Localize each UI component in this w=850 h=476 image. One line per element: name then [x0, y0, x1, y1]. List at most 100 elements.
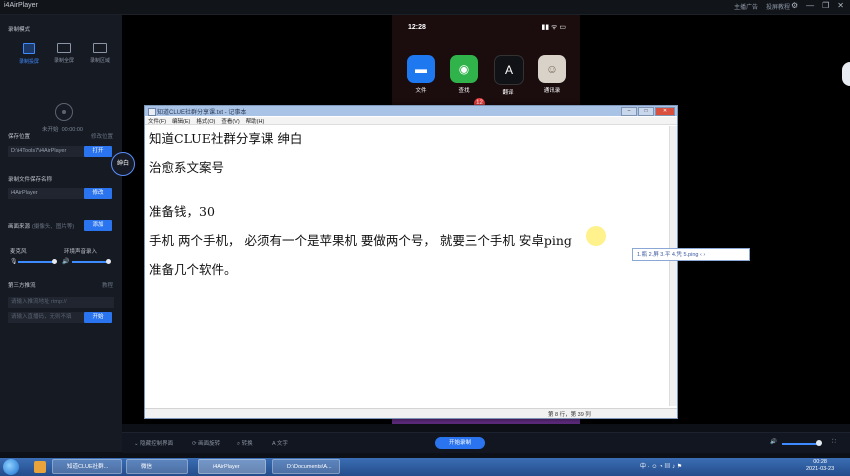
browser-quicklaunch-icon[interactable]: [34, 461, 46, 473]
app-files[interactable]: ▬ 文件: [407, 55, 435, 94]
volume-knob[interactable]: [816, 440, 822, 446]
clock-time: 00:28: [813, 459, 827, 465]
text-line: 准备几个软件。: [149, 262, 237, 277]
open-folder-button[interactable]: 打开: [84, 146, 112, 157]
menu-format[interactable]: 格式(O): [196, 117, 215, 125]
floating-avatar-bubble[interactable]: 绅白: [111, 152, 135, 176]
maximize-button[interactable]: ❐: [822, 1, 829, 10]
save-location-title: 保存位置: [8, 134, 31, 140]
text-button[interactable]: A 文字: [272, 439, 288, 447]
app-translate[interactable]: A 翻译: [494, 55, 524, 96]
notepad-title: 知道CLUE社群分享课.txt - 记事本: [157, 110, 247, 116]
clock-date: 2021-03-23: [806, 466, 835, 472]
notepad-close-button[interactable]: ✕: [655, 107, 675, 116]
rotate-button[interactable]: ⟳ 画面旋转: [192, 439, 220, 447]
stream-key-input[interactable]: 请输入直播码，无则不填: [8, 312, 84, 323]
save-path-field[interactable]: D:\i4Tools7\i4AirPlayer: [8, 146, 84, 157]
app-title: i4AirPlayer: [4, 2, 38, 9]
notepad-icon: [148, 108, 156, 116]
contacts-icon: ☺: [538, 55, 566, 83]
tutorial-link[interactable]: 投屏教程: [766, 2, 790, 11]
text-line: 知道CLUE社群分享课 绅白: [149, 131, 303, 146]
menu-help[interactable]: 帮助(H): [246, 117, 265, 125]
convert-button[interactable]: ⌕ 转换: [237, 439, 253, 448]
mode-label: 录制区域: [89, 58, 110, 64]
mic-slider[interactable]: [18, 259, 57, 264]
change-location-link[interactable]: 修改位置: [91, 132, 113, 140]
record-time: 00:00:00: [61, 127, 83, 133]
mode-label: 录制投屏: [18, 59, 39, 65]
side-handle[interactable]: [842, 62, 850, 86]
window-controls: ⚙ — ❐ ✕: [791, 1, 844, 10]
region-icon: [93, 43, 107, 53]
ambient-knob[interactable]: [106, 259, 111, 264]
record-mode-title: 录制模式: [8, 27, 31, 33]
mic-icon: 🎙: [10, 259, 18, 265]
settings-icon[interactable]: ⚙: [791, 1, 798, 10]
start-button[interactable]: [3, 459, 19, 475]
app-find[interactable]: ◉ 查找: [450, 55, 478, 94]
bottom-control-bar: ⌄ 隐藏控制界面 ⟳ 画面旋转 ⌕ 转换 A 文字 开始录制 🔊 ⛶: [122, 432, 850, 453]
ad-link[interactable]: 主播广告: [734, 2, 758, 11]
ambient-slider[interactable]: [72, 259, 111, 264]
menu-file[interactable]: 文件(F): [148, 117, 166, 125]
fullscreen-icon[interactable]: ⛶: [832, 439, 836, 446]
start-stream-button[interactable]: 开始: [84, 312, 112, 323]
app-label: 查找: [458, 88, 470, 94]
ime-candidate-bar[interactable]: 1.瓶 2.屏 3.平 4.凭 5.ping ‹ ›: [632, 248, 750, 261]
taskbar-explorer[interactable]: D:\Documents\A...: [272, 459, 340, 474]
mode-record-fullscreen[interactable]: 录制全屏: [44, 43, 84, 64]
menu-view[interactable]: 查看(V): [221, 117, 239, 125]
notepad-minimize-button[interactable]: –: [621, 107, 637, 116]
notepad-scrollbar[interactable]: [669, 126, 677, 406]
notepad-window-controls: – □ ✕: [621, 107, 675, 116]
menu-edit[interactable]: 编辑(E): [172, 117, 190, 125]
mode-record-mirror[interactable]: 录制投屏: [9, 43, 49, 65]
taskbar: 知道CLUE社群... 微信 i4AirPlayer D:\Documents\…: [0, 458, 850, 476]
titlebar-links: 主播广告 投屏教程: [734, 2, 790, 11]
filename-field[interactable]: i4AirPlayer: [8, 188, 84, 199]
taskbar-i4airplayer[interactable]: i4AirPlayer: [198, 459, 266, 474]
speaker-icon: 🔊: [62, 259, 70, 265]
notepad-text-area[interactable]: 知道CLUE社群分享课 绅白 治愈系文案号 准备钱，30 手机 两个手机， 必须…: [149, 128, 665, 404]
app-contacts[interactable]: ☺ 通讯录: [538, 55, 566, 94]
mouse-cursor-highlight: [586, 226, 606, 246]
mic-label: 麦克风: [10, 249, 27, 255]
mic-knob[interactable]: [52, 259, 57, 264]
third-party-tutorial-link[interactable]: 教程: [102, 281, 113, 289]
notepad-menu: 文件(F) 编辑(E) 格式(O) 查看(V) 帮助(H): [145, 117, 677, 125]
mode-label: 录制全屏: [53, 58, 74, 64]
cursor-position: 第 8 行，第 39 列: [548, 412, 591, 418]
clock[interactable]: 00:28 2021-03-23: [806, 459, 834, 473]
record-button[interactable]: [55, 103, 73, 121]
taskbar-notepad[interactable]: 知道CLUE社群...: [52, 459, 122, 474]
image-source-title: 画面来源: [8, 224, 31, 230]
system-tray[interactable]: 中 · ☺ ◔ ▤ ♪ ⚑: [640, 461, 682, 470]
convert-label: 转换: [241, 441, 253, 447]
start-recording-button[interactable]: 开始录制: [435, 437, 485, 449]
taskbar-wechat[interactable]: 微信: [126, 459, 188, 474]
ambient-label: 环境声音录入: [64, 249, 98, 255]
rename-button[interactable]: 修改: [84, 188, 112, 199]
app-label: 通讯录: [543, 88, 561, 94]
notepad-maximize-button[interactable]: □: [638, 107, 654, 116]
folder-icon: ▬: [407, 55, 435, 83]
app-label: 翻译: [502, 90, 514, 96]
text-line: 准备钱，30: [149, 204, 215, 219]
volume-slider[interactable]: [782, 443, 818, 445]
hide-controls-button[interactable]: ⌄ 隐藏控制界面: [134, 439, 173, 447]
phone-icon: [23, 43, 35, 54]
ambient-level: [72, 261, 109, 263]
minimize-button[interactable]: —: [806, 1, 814, 10]
add-source-button[interactable]: 添加: [84, 220, 112, 231]
translate-icon: A: [494, 55, 524, 85]
app-label: 文件: [415, 88, 427, 94]
mode-record-region[interactable]: 录制区域: [80, 43, 120, 64]
text-label: 文字: [276, 441, 288, 447]
record-status: 未开始 00:00:00: [42, 125, 83, 133]
phone-status-icons: ▮▮ ᯤ ▭: [541, 24, 566, 31]
stream-url-input[interactable]: 请输入推流地址 rtmp://: [8, 297, 114, 308]
monitor-icon: [57, 43, 71, 53]
notepad-titlebar: 知道CLUE社群分享课.txt - 记事本 – □ ✕: [145, 106, 677, 116]
close-button[interactable]: ✕: [837, 1, 844, 10]
